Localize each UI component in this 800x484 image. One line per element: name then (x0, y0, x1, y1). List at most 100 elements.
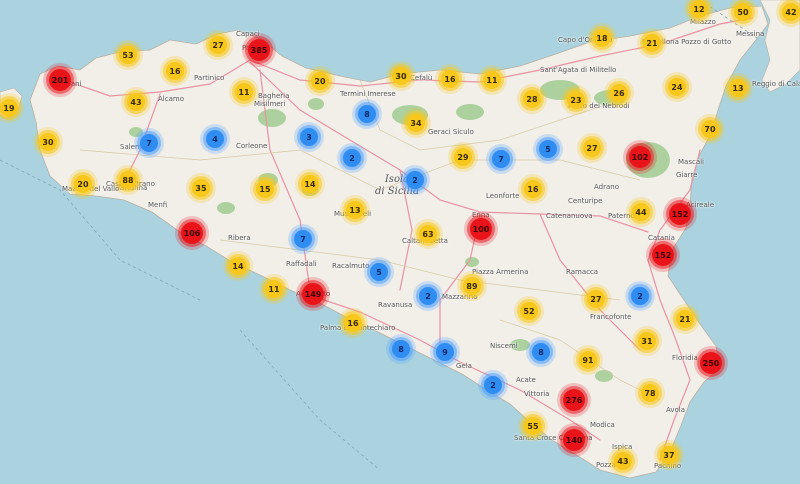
cluster-count: 5 (545, 144, 551, 154)
cluster-marker-blue[interactable]: 8 (532, 343, 550, 361)
cluster-marker-yellow[interactable]: 42 (782, 3, 800, 21)
cluster-marker-red[interactable]: 385 (248, 39, 270, 61)
cluster-marker-yellow[interactable]: 21 (676, 310, 694, 328)
cluster-marker-yellow[interactable]: 91 (579, 351, 597, 369)
cluster-marker-yellow[interactable]: 24 (668, 78, 686, 96)
cluster-marker-yellow[interactable]: 29 (454, 148, 472, 166)
cluster-marker-yellow[interactable]: 19 (0, 99, 18, 117)
cluster-marker-red[interactable]: 250 (700, 352, 722, 374)
place-label: Ribera (228, 234, 251, 242)
cluster-count: 53 (122, 50, 134, 60)
cluster-marker-yellow[interactable]: 31 (638, 332, 656, 350)
cluster-marker-yellow[interactable]: 11 (235, 83, 253, 101)
cluster-marker-yellow[interactable]: 63 (419, 225, 437, 243)
cluster-marker-yellow[interactable]: 16 (441, 70, 459, 88)
cluster-count: 42 (785, 7, 797, 17)
cluster-marker-yellow[interactable]: 20 (311, 72, 329, 90)
cluster-marker-red[interactable]: 149 (302, 283, 324, 305)
cluster-count: 78 (644, 388, 656, 398)
cluster-marker-blue[interactable]: 2 (484, 376, 502, 394)
cluster-marker-blue[interactable]: 9 (436, 343, 454, 361)
cluster-marker-yellow[interactable]: 34 (407, 114, 425, 132)
cluster-marker-yellow[interactable]: 50 (734, 3, 752, 21)
cluster-marker-red[interactable]: 106 (181, 222, 203, 244)
cluster-count: 9 (442, 347, 448, 357)
cluster-marker-yellow[interactable]: 21 (643, 34, 661, 52)
cluster-count: 8 (538, 347, 544, 357)
cluster-marker-yellow[interactable]: 16 (344, 314, 362, 332)
place-label: Racalmuto (332, 262, 370, 270)
cluster-marker-yellow[interactable]: 30 (39, 133, 57, 151)
cluster-marker-blue[interactable]: 2 (419, 287, 437, 305)
cluster-marker-yellow[interactable]: 23 (567, 91, 585, 109)
cluster-marker-yellow[interactable]: 30 (392, 67, 410, 85)
cluster-count: 16 (169, 66, 181, 76)
cluster-marker-yellow[interactable]: 20 (74, 175, 92, 193)
cluster-marker-red[interactable]: 102 (629, 146, 651, 168)
cluster-marker-yellow[interactable]: 43 (614, 452, 632, 470)
cluster-marker-blue[interactable]: 3 (300, 128, 318, 146)
cluster-marker-yellow[interactable]: 89 (463, 277, 481, 295)
place-label: Gela (456, 362, 472, 370)
cluster-marker-red[interactable]: 100 (470, 218, 492, 240)
cluster-marker-yellow[interactable]: 18 (593, 29, 611, 47)
cluster-marker-yellow[interactable]: 35 (192, 179, 210, 197)
cluster-marker-blue[interactable]: 8 (392, 340, 410, 358)
cluster-marker-yellow[interactable]: 78 (641, 384, 659, 402)
cluster-marker-yellow[interactable]: 16 (166, 62, 184, 80)
place-label: Menfi (148, 201, 168, 209)
cluster-marker-yellow[interactable]: 13 (346, 201, 364, 219)
cluster-marker-red[interactable]: 276 (563, 389, 585, 411)
cluster-marker-yellow[interactable]: 11 (265, 280, 283, 298)
cluster-marker-yellow[interactable]: 43 (127, 93, 145, 111)
cluster-marker-blue[interactable]: 2 (343, 149, 361, 167)
cluster-count: 385 (250, 45, 268, 55)
cluster-marker-blue[interactable]: 4 (206, 130, 224, 148)
cluster-marker-blue[interactable]: 7 (140, 134, 158, 152)
cluster-marker-yellow[interactable]: 55 (524, 417, 542, 435)
cluster-marker-red[interactable]: 201 (49, 69, 71, 91)
cluster-marker-yellow[interactable]: 53 (119, 46, 137, 64)
cluster-marker-yellow[interactable]: 52 (520, 302, 538, 320)
cluster-marker-yellow[interactable]: 70 (701, 120, 719, 138)
cluster-marker-yellow[interactable]: 11 (483, 71, 501, 89)
cluster-marker-blue[interactable]: 2 (631, 287, 649, 305)
cluster-count: 26 (613, 88, 625, 98)
cluster-marker-yellow[interactable]: 26 (610, 84, 628, 102)
cluster-marker-yellow[interactable]: 27 (583, 139, 601, 157)
cluster-marker-blue[interactable]: 7 (294, 230, 312, 248)
cluster-count: 11 (238, 87, 250, 97)
cluster-marker-yellow[interactable]: 88 (119, 171, 137, 189)
cluster-count: 16 (347, 318, 359, 328)
cluster-marker-yellow[interactable]: 14 (229, 257, 247, 275)
cluster-marker-red[interactable]: 140 (563, 429, 585, 451)
place-label: Geraci Siculo (428, 128, 474, 136)
cluster-marker-yellow[interactable]: 15 (256, 180, 274, 198)
place-label: Mascali (678, 158, 705, 166)
cluster-marker-blue[interactable]: 7 (492, 150, 510, 168)
cluster-marker-red[interactable]: 152 (669, 203, 691, 225)
cluster-count: 29 (457, 152, 469, 162)
cluster-count: 18 (596, 33, 608, 43)
map-canvas[interactable]: CapaciPalermoBagheriaMisilmeriPartinicoA… (0, 0, 800, 484)
cluster-marker-yellow[interactable]: 37 (660, 446, 678, 464)
cluster-count: 34 (410, 118, 422, 128)
cluster-marker-red[interactable]: 152 (652, 244, 674, 266)
cluster-marker-blue[interactable]: 2 (406, 171, 424, 189)
cluster-count: 37 (663, 450, 675, 460)
cluster-marker-yellow[interactable]: 27 (209, 36, 227, 54)
cluster-marker-blue[interactable]: 8 (358, 105, 376, 123)
place-label: Vittoria (524, 390, 550, 398)
cluster-marker-yellow[interactable]: 14 (301, 175, 319, 193)
cluster-marker-blue[interactable]: 5 (370, 263, 388, 281)
cluster-marker-yellow[interactable]: 16 (524, 180, 542, 198)
cluster-count: 102 (631, 152, 649, 162)
cluster-marker-blue[interactable]: 5 (539, 140, 557, 158)
cluster-marker-yellow[interactable]: 27 (587, 290, 605, 308)
cluster-marker-yellow[interactable]: 12 (690, 0, 708, 18)
cluster-marker-yellow[interactable]: 28 (523, 90, 541, 108)
cluster-marker-yellow[interactable]: 13 (729, 79, 747, 97)
cluster-count: 7 (146, 138, 152, 148)
cluster-count: 7 (300, 234, 306, 244)
cluster-marker-yellow[interactable]: 44 (632, 203, 650, 221)
